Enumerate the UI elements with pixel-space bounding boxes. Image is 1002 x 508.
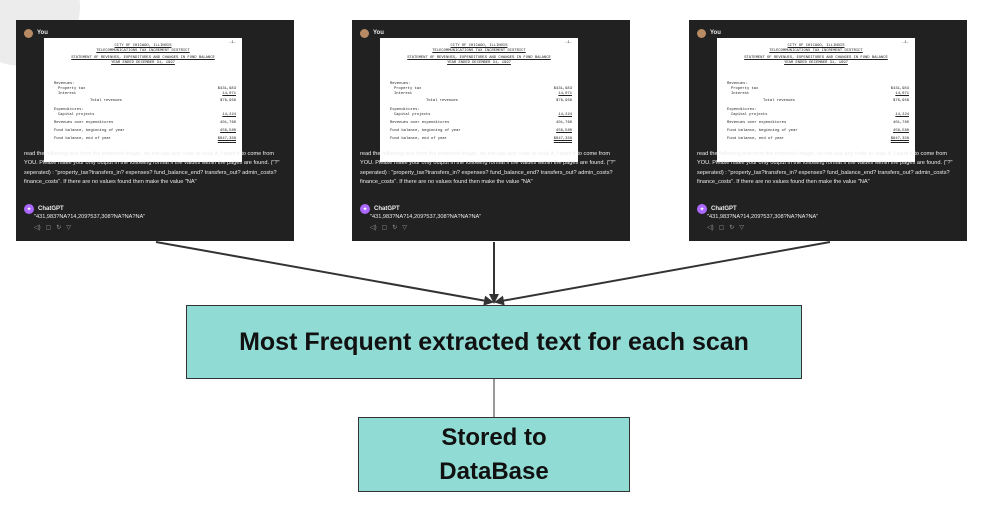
stored-to-database-box: Stored to DataBase: [358, 417, 630, 492]
arrow-left: [155, 241, 494, 306]
arrow-right: [494, 241, 831, 306]
most-frequent-text-box: Most Frequent extracted text for each sc…: [186, 305, 802, 379]
